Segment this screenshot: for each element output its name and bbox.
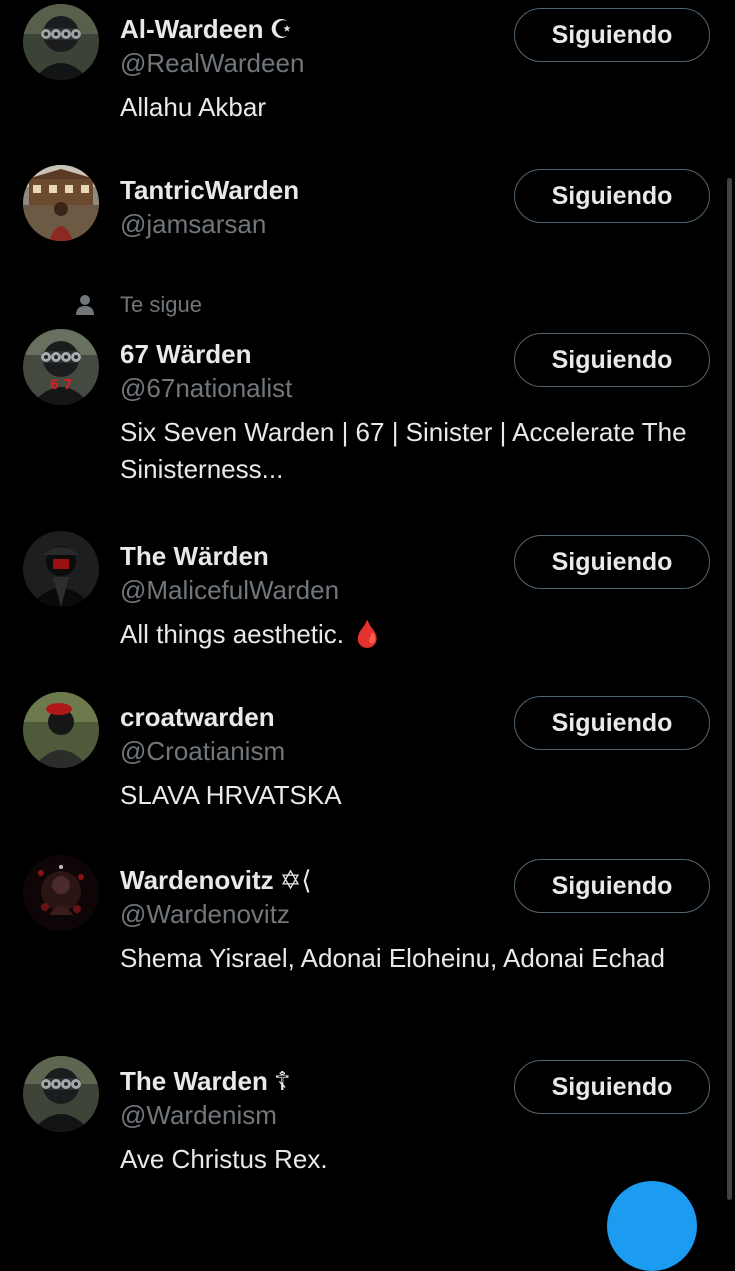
name-badge: ☪: [269, 14, 293, 44]
display-name-text[interactable]: croatwarden: [120, 702, 275, 732]
user-handle[interactable]: @MalicefulWarden: [120, 575, 339, 605]
avatar[interactable]: [23, 531, 99, 607]
name-badge: ✡︎⟨: [279, 865, 312, 895]
display-name[interactable]: The Wärden: [120, 541, 269, 571]
avatar[interactable]: [23, 4, 99, 80]
user-handle[interactable]: @67nationalist: [120, 373, 292, 403]
following-button[interactable]: Siguiendo: [514, 8, 710, 62]
following-button[interactable]: Siguiendo: [514, 535, 710, 589]
user-handle[interactable]: @Wardenism: [120, 1100, 277, 1130]
avatar[interactable]: [23, 1056, 99, 1132]
scrollbar[interactable]: [727, 178, 732, 1200]
user-handle[interactable]: @jamsarsan: [120, 209, 266, 239]
display-name-text[interactable]: TantricWarden: [120, 175, 299, 205]
avatar-overlay-text: 6 7: [50, 378, 73, 393]
display-name[interactable]: TantricWarden: [120, 175, 299, 205]
following-button[interactable]: Siguiendo: [514, 169, 710, 223]
user-bio: SLAVA HRVATSKA: [120, 780, 342, 810]
user-handle[interactable]: @Wardenovitz: [120, 899, 290, 929]
following-button[interactable]: Siguiendo: [514, 1060, 710, 1114]
display-name-text[interactable]: 67 Wärden: [120, 339, 252, 369]
display-name[interactable]: The Warden ☦: [120, 1066, 291, 1096]
user-bio: Shema Yisrael, Adonai Eloheinu, Adonai E…: [120, 943, 665, 973]
display-name[interactable]: Al-Wardeen ☪: [120, 14, 293, 44]
user-bio: Six Seven Warden | 67 | Sinister | Accel…: [120, 417, 687, 484]
display-name[interactable]: 67 Wärden: [120, 339, 252, 369]
person-icon: [75, 294, 95, 316]
display-name-text[interactable]: The Wärden: [120, 541, 269, 571]
display-name[interactable]: croatwarden: [120, 702, 275, 732]
user-bio: All things aesthetic. 🩸: [120, 619, 384, 649]
follows-you-label: Te sigue: [120, 292, 202, 317]
avatar[interactable]: [23, 692, 99, 768]
following-button[interactable]: Siguiendo: [514, 696, 710, 750]
following-button[interactable]: Siguiendo: [514, 333, 710, 387]
display-name[interactable]: Wardenovitz ✡︎⟨: [120, 865, 312, 895]
display-name-text[interactable]: Wardenovitz: [120, 865, 274, 895]
user-bio: Ave Christus Rex.: [120, 1144, 328, 1174]
avatar[interactable]: 6 7: [23, 329, 99, 405]
display-name-text[interactable]: Al-Wardeen: [120, 14, 264, 44]
user-handle[interactable]: @RealWardeen: [120, 48, 304, 78]
display-name-text[interactable]: The Warden: [120, 1066, 268, 1096]
user-handle[interactable]: @Croatianism: [120, 736, 285, 766]
avatar[interactable]: [23, 165, 99, 241]
following-button[interactable]: Siguiendo: [514, 859, 710, 913]
compose-fab[interactable]: [607, 1181, 697, 1271]
name-badge: ☦: [273, 1066, 291, 1096]
follows-you-context: Te sigue: [75, 290, 202, 320]
avatar[interactable]: [23, 855, 99, 931]
user-bio: Allahu Akbar: [120, 92, 266, 122]
